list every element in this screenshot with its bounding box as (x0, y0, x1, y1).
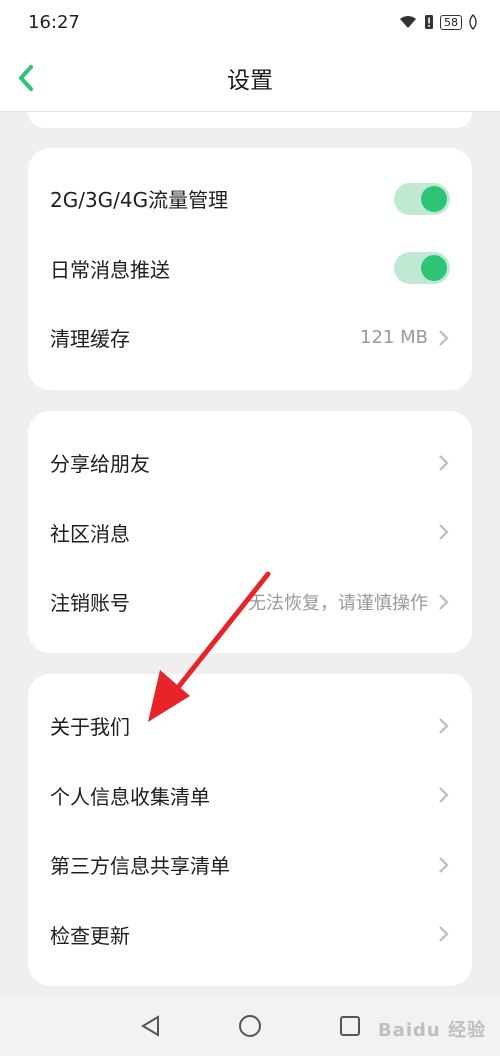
row-label: 2G/3G/4G流量管理 (50, 188, 229, 213)
row-label: 分享给朋友 (50, 452, 150, 477)
row-label: 社区消息 (50, 521, 130, 546)
cache-size-value: 121 MB (360, 327, 428, 349)
alert-icon (425, 15, 433, 29)
push-notifications-toggle[interactable] (394, 252, 450, 285)
chevron-right-icon (439, 717, 449, 734)
row-label: 个人信息收集清单 (50, 784, 210, 809)
chevron-right-icon (439, 593, 449, 610)
chevron-right-icon (439, 787, 449, 804)
chevron-right-icon (439, 926, 449, 943)
row-label: 日常消息推送 (50, 257, 170, 282)
watermark: Baidu 经验 (377, 1020, 486, 1041)
row-label: 第三方信息共享清单 (50, 854, 230, 879)
row-third-party-sharing-list[interactable]: 第三方信息共享清单 (50, 830, 450, 900)
settings-card-network: 2G/3G/4G流量管理 日常消息推送 清理缓存 121 MB (28, 148, 472, 390)
row-label: 检查更新 (50, 923, 130, 948)
delete-account-warning: 无法恢复，请谨慎操作 (248, 592, 428, 614)
chevron-right-icon (439, 454, 449, 471)
chevron-left-icon (19, 65, 33, 91)
row-share-to-friends[interactable]: 分享给朋友 (50, 428, 450, 498)
row-personal-info-list[interactable]: 个人信息收集清单 (50, 761, 450, 831)
row-label: 关于我们 (50, 715, 130, 740)
back-button[interactable] (8, 58, 44, 98)
circle-home-icon (239, 1015, 261, 1037)
data-management-toggle[interactable] (394, 182, 450, 215)
chevron-right-icon (439, 856, 449, 873)
row-clear-cache[interactable]: 清理缓存 121 MB (50, 303, 450, 373)
previous-card-edge (28, 112, 472, 128)
row-community-messages[interactable]: 社区消息 (50, 498, 450, 568)
nav-back-button[interactable] (130, 1006, 170, 1046)
chevron-right-icon (439, 524, 449, 541)
row-label: 清理缓存 (50, 327, 130, 352)
leaf-icon (469, 14, 477, 30)
row-label: 注销账号 (50, 591, 130, 616)
wifi-icon (400, 15, 416, 28)
battery-indicator: 58 (440, 14, 462, 30)
chevron-right-icon (439, 329, 449, 346)
app-header: 设置 (0, 44, 500, 112)
status-icons: 58 (398, 14, 478, 30)
square-recents-icon (340, 1016, 360, 1036)
row-check-updates[interactable]: 检查更新 (50, 900, 450, 970)
row-push-notifications[interactable]: 日常消息推送 (50, 234, 450, 304)
nav-recents-button[interactable] (330, 1006, 370, 1046)
row-about-us[interactable]: 关于我们 (50, 691, 450, 761)
status-time: 16:27 (28, 11, 80, 33)
row-delete-account[interactable]: 注销账号 无法恢复，请谨慎操作 (50, 567, 450, 637)
status-bar: 16:27 58 (0, 0, 500, 44)
nav-home-button[interactable] (230, 1006, 270, 1046)
settings-card-social: 分享给朋友 社区消息 注销账号 无法恢复，请谨慎操作 (28, 411, 472, 653)
row-data-management[interactable]: 2G/3G/4G流量管理 (50, 164, 450, 234)
settings-card-about: 关于我们 个人信息收集清单 第三方信息共享清单 检查更新 (28, 674, 472, 986)
triangle-back-icon (141, 1015, 159, 1037)
page-title: 设置 (227, 67, 273, 94)
